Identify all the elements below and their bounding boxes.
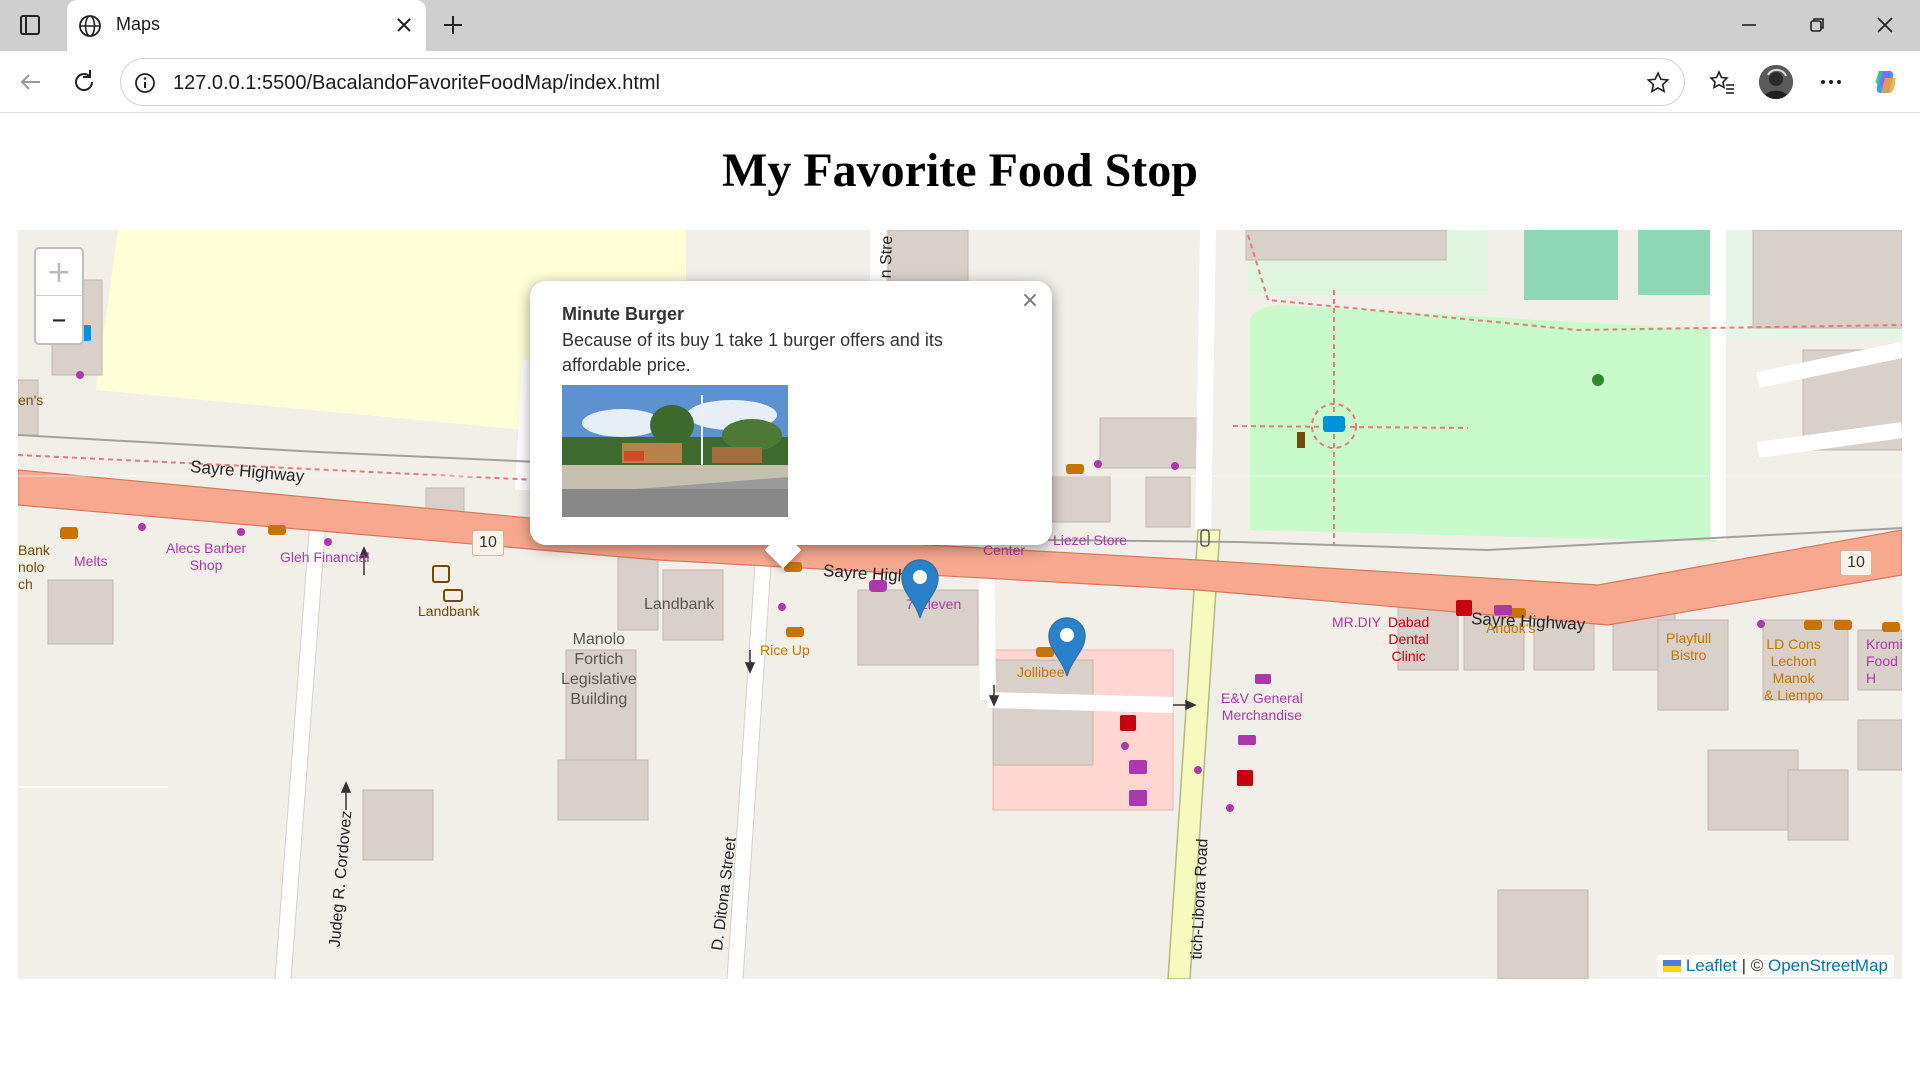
restore-icon[interactable]: [1803, 11, 1831, 39]
new-tab-icon[interactable]: [439, 11, 467, 39]
address-bar[interactable]: 127.0.0.1:5500/BacalandoFavoriteFoodMap/…: [120, 58, 1685, 106]
attribution-separator: | ©: [1736, 956, 1768, 975]
sidebar-toggle-icon[interactable]: [14, 12, 46, 38]
poi-label: Rice Up: [760, 642, 810, 658]
poi-label: Gleh Financial: [280, 549, 370, 565]
browser-tab[interactable]: Maps: [67, 0, 426, 51]
poi-label: MR.DIY: [1332, 614, 1381, 630]
copilot-icon[interactable]: [1869, 66, 1901, 98]
poi-label: Playfull Bistro: [1666, 630, 1712, 663]
popup-close-button[interactable]: ×: [1018, 289, 1042, 313]
park-area: [1250, 305, 1718, 542]
leaflet-link[interactable]: Leaflet: [1686, 956, 1737, 975]
avatar-icon: [1759, 65, 1793, 99]
back-arrow-icon[interactable]: [14, 66, 46, 98]
poi-label: Landbank: [644, 596, 715, 613]
zoom-out-button[interactable]: –: [36, 296, 82, 343]
close-tab-icon[interactable]: [392, 13, 416, 37]
ukraine-flag-icon: [1663, 960, 1682, 972]
map-marker-jollibee[interactable]: [1047, 616, 1087, 678]
favorites-icon[interactable]: [1706, 66, 1738, 98]
poi-label: Dabad Dental Clinic: [1388, 614, 1430, 664]
poi-label: Liezel Store: [1053, 532, 1127, 548]
road-label: n Stre: [877, 235, 897, 279]
leaflet-map[interactable]: Sayre Highway Sayre Highway Sayre Highwa…: [18, 230, 1902, 979]
poi-label: Andok's: [1486, 620, 1536, 636]
poi-label: LD Cons Lechon Manok & Liempo: [1764, 636, 1824, 703]
route-shield: 10: [1840, 550, 1872, 576]
zoom-control: + –: [34, 247, 84, 345]
poi-label: E&V General Merchandise: [1221, 690, 1303, 723]
poi-label: Manolo Fortich Legislative Building: [561, 631, 637, 708]
map-attribution: Leaflet | © OpenStreetMap: [1657, 955, 1894, 977]
browser-toolbar: 127.0.0.1:5500/BacalandoFavoriteFoodMap/…: [0, 51, 1920, 113]
popup-content: × Minute Burger Because of its buy 1 tak…: [530, 281, 1052, 545]
route-shield: 10: [472, 530, 504, 556]
poi-label: Melts: [74, 553, 108, 569]
profile-avatar[interactable]: [1759, 65, 1793, 99]
poi-label: Landbank: [418, 603, 480, 619]
url-text[interactable]: 127.0.0.1:5500/BacalandoFavoriteFoodMap/…: [173, 72, 660, 95]
favorite-star-icon[interactable]: [1644, 69, 1672, 97]
restaurant-photo: [562, 385, 788, 517]
poi-label: Kromi Food H: [1866, 636, 1902, 686]
poi-label: en's: [18, 392, 44, 408]
zoom-in-button[interactable]: +: [36, 249, 82, 296]
marker-popup: × Minute Burger Because of its buy 1 tak…: [530, 281, 1052, 569]
poi-label: Alecs Barber Shop: [166, 540, 247, 573]
openstreetmap-link[interactable]: OpenStreetMap: [1768, 956, 1888, 975]
popup-description: Because of its buy 1 take 1 burger offer…: [562, 330, 943, 375]
tab-title: Maps: [116, 14, 161, 34]
poi-label: Bank nolo ch: [18, 542, 50, 592]
info-icon[interactable]: [133, 71, 157, 95]
browser-tab-bar: Maps: [0, 0, 1920, 51]
refresh-icon[interactable]: [68, 66, 100, 98]
map-marker-seven-eleven[interactable]: [900, 558, 940, 620]
globe-icon: [79, 15, 101, 37]
minimize-icon[interactable]: [1735, 11, 1763, 39]
page-content: My Favorite Food Stop Sayre Highway Sayr…: [6, 113, 1914, 1076]
close-window-icon[interactable]: [1871, 11, 1899, 39]
popup-title: Minute Burger: [562, 304, 685, 324]
page-title: My Favorite Food Stop: [722, 144, 1198, 197]
more-options-icon[interactable]: [1815, 66, 1847, 98]
